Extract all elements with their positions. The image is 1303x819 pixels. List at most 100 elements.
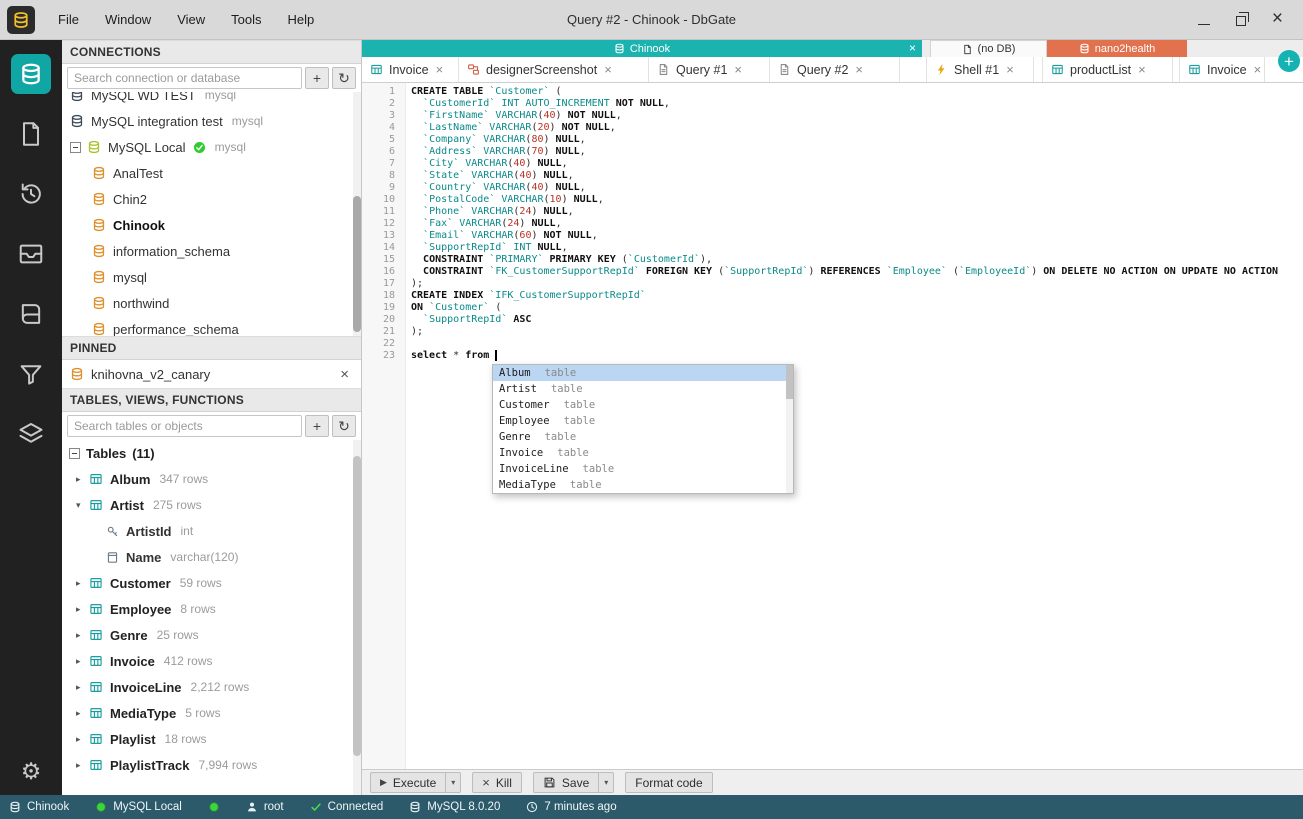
scrollbar-thumb[interactable] — [353, 196, 361, 332]
autocomplete-item-artist[interactable]: Artist table — [493, 381, 793, 397]
kill-button[interactable]: × Kill — [472, 772, 522, 793]
table-item-invoiceline[interactable]: ▸ InvoiceLine 2,212 rows — [62, 674, 361, 700]
tab-group-nano2health[interactable]: nano2health — [1047, 40, 1187, 57]
column-item-name[interactable]: Name varchar(120) — [62, 544, 361, 570]
connection-item-mysql[interactable]: mysql — [62, 264, 361, 290]
status-chinook[interactable]: Chinook — [9, 801, 69, 813]
minimize-button[interactable] — [1197, 15, 1210, 25]
collapse-minus-icon[interactable] — [69, 447, 80, 459]
chevron-right-icon[interactable]: ▸ — [76, 578, 89, 589]
execute-dropdown-button[interactable]: ▾ — [445, 773, 460, 792]
connections-search-input[interactable] — [67, 67, 302, 89]
add-table-button[interactable]: + — [305, 415, 329, 437]
table-item-customer[interactable]: ▸ Customer 59 rows — [62, 570, 361, 596]
tables-scrollbar[interactable] — [353, 440, 361, 795]
status-root[interactable]: root — [246, 801, 284, 813]
save-button[interactable]: Save ▾ — [532, 772, 615, 793]
menu-view[interactable]: View — [164, 0, 218, 40]
connection-item-mysql-wd-test[interactable]: MySQL WD TEST mysql — [62, 92, 361, 108]
refresh-connections-button[interactable]: ↻ — [332, 67, 356, 89]
settings-gear-icon[interactable]: ⚙ — [21, 760, 42, 783]
rail-history-icon[interactable] — [17, 180, 45, 208]
table-item-invoice[interactable]: ▸ Invoice 412 rows — [62, 648, 361, 674]
new-tab-button[interactable]: + — [1278, 50, 1300, 72]
scrollbar-thumb[interactable] — [786, 365, 793, 399]
tab-query-2-active[interactable]: Query #2 × — [770, 57, 900, 82]
menu-window[interactable]: Window — [92, 0, 164, 40]
tab-shell-1[interactable]: Shell #1 × — [926, 57, 1034, 82]
chevron-right-icon[interactable]: ▸ — [76, 734, 89, 745]
tab-query-1[interactable]: Query #1 × — [649, 57, 770, 82]
close-group-icon[interactable]: × — [909, 41, 916, 55]
status-green-dot[interactable] — [208, 801, 220, 813]
connection-item-northwind[interactable]: northwind — [62, 290, 361, 316]
status-mysql-local[interactable]: MySQL Local — [95, 801, 182, 813]
chevron-right-icon[interactable]: ▸ — [76, 630, 89, 641]
autocomplete-item-genre[interactable]: Genre table — [493, 429, 793, 445]
tab-invoice[interactable]: Invoice × — [362, 57, 459, 82]
close-tab-icon[interactable]: × — [1006, 62, 1014, 77]
rail-connections-icon[interactable] — [11, 54, 51, 94]
rail-archive-icon[interactable] — [17, 240, 45, 268]
close-tab-icon[interactable]: × — [1254, 62, 1262, 77]
collapse-minus-icon[interactable] — [70, 141, 81, 153]
rail-layers-icon[interactable] — [17, 420, 45, 448]
autocomplete-item-invoiceline[interactable]: InvoiceLine table — [493, 461, 793, 477]
connection-item-chinook[interactable]: Chinook — [62, 212, 361, 238]
pinned-item-knihovna-v2-canary[interactable]: knihovna_v2_canary × — [62, 360, 361, 388]
close-window-button[interactable]: × — [1272, 9, 1283, 28]
chevron-right-icon[interactable]: ▸ — [76, 760, 89, 771]
connection-item-information-schema[interactable]: information_schema — [62, 238, 361, 264]
refresh-tables-button[interactable]: ↻ — [332, 415, 356, 437]
chevron-right-icon[interactable]: ▸ — [76, 682, 89, 693]
status-mysql-8-0-20[interactable]: MySQL 8.0.20 — [409, 801, 500, 813]
chevron-right-icon[interactable]: ▸ — [76, 474, 89, 485]
tab-invoice[interactable]: Invoice × — [1179, 57, 1265, 82]
tab-group-chinook[interactable]: Chinook × — [362, 40, 922, 57]
connection-item-analtest[interactable]: AnalTest — [62, 160, 361, 186]
menu-file[interactable]: File — [45, 0, 92, 40]
autocomplete-item-mediatype[interactable]: MediaType table — [493, 477, 793, 493]
add-connection-button[interactable]: + — [305, 67, 329, 89]
close-tab-icon[interactable]: × — [855, 62, 863, 77]
rail-files-icon[interactable] — [17, 120, 45, 148]
scrollbar-thumb[interactable] — [353, 456, 361, 756]
connection-item-chin2[interactable]: Chin2 — [62, 186, 361, 212]
close-tab-icon[interactable]: × — [604, 62, 612, 77]
tab-productlist[interactable]: productList × — [1042, 57, 1173, 82]
rail-notebook-icon[interactable] — [17, 300, 45, 328]
connection-item-performance-schema[interactable]: performance_schema — [62, 316, 361, 336]
table-item-playlist[interactable]: ▸ Playlist 18 rows — [62, 726, 361, 752]
menu-tools[interactable]: Tools — [218, 0, 274, 40]
tables-group-header[interactable]: Tables (11) — [62, 440, 361, 466]
close-tab-icon[interactable]: × — [436, 62, 444, 77]
format-code-button[interactable]: Format code — [625, 772, 713, 793]
tab-designerscreenshot[interactable]: designerScreenshot × — [459, 57, 649, 82]
table-item-playlisttrack[interactable]: ▸ PlaylistTrack 7,994 rows — [62, 752, 361, 778]
column-item-artistid[interactable]: ArtistId int — [62, 518, 361, 544]
chevron-right-icon[interactable]: ▸ — [76, 708, 89, 719]
autocomplete-item-customer[interactable]: Customer table — [493, 397, 793, 413]
tab-group-no-db[interactable]: (no DB) — [930, 40, 1047, 57]
save-dropdown-button[interactable]: ▾ — [598, 773, 613, 792]
connection-item-mysql-local[interactable]: MySQL Local mysql — [62, 134, 361, 160]
table-item-album[interactable]: ▸ Album 347 rows — [62, 466, 361, 492]
autocomplete-item-invoice[interactable]: Invoice table — [493, 445, 793, 461]
connection-item-mysql-integration-test[interactable]: MySQL integration test mysql — [62, 108, 361, 134]
tables-search-input[interactable] — [67, 415, 302, 437]
unpin-close-icon[interactable]: × — [340, 366, 353, 383]
close-tab-icon[interactable]: × — [1138, 62, 1146, 77]
table-item-artist[interactable]: ▾ Artist 275 rows — [62, 492, 361, 518]
table-item-employee[interactable]: ▸ Employee 8 rows — [62, 596, 361, 622]
autocomplete-scrollbar[interactable] — [786, 365, 793, 493]
connections-scrollbar[interactable] — [353, 92, 361, 336]
chevron-down-icon[interactable]: ▾ — [76, 500, 89, 511]
menu-help[interactable]: Help — [275, 0, 328, 40]
maximize-button[interactable] — [1235, 12, 1249, 26]
execute-button[interactable]: ▶ Execute ▾ — [370, 772, 462, 793]
chevron-right-icon[interactable]: ▸ — [76, 656, 89, 667]
autocomplete-item-album[interactable]: Album table — [493, 365, 793, 381]
chevron-right-icon[interactable]: ▸ — [76, 604, 89, 615]
table-item-genre[interactable]: ▸ Genre 25 rows — [62, 622, 361, 648]
autocomplete-item-employee[interactable]: Employee table — [493, 413, 793, 429]
